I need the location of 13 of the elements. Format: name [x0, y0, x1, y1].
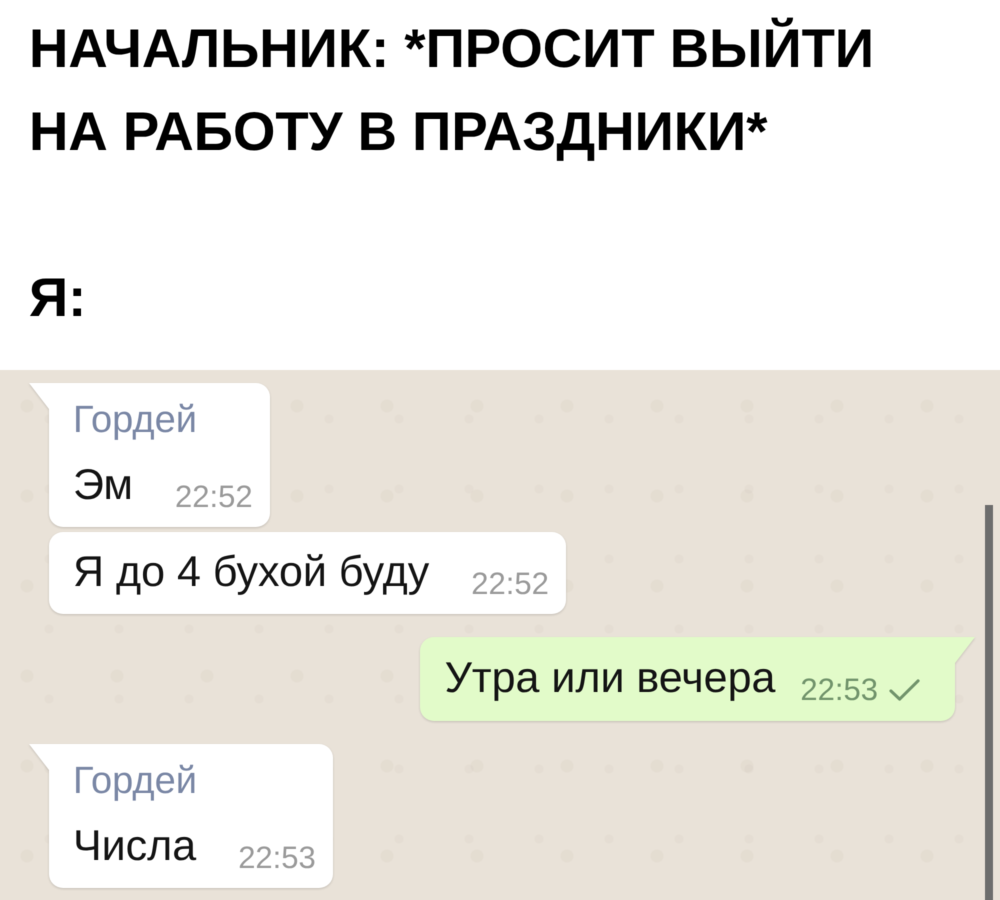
sender-name: Гордей — [73, 759, 197, 803]
message-time: 22:53 — [800, 676, 878, 703]
caption-text: НАЧАЛЬНИК: *ПРОСИТ ВЫЙТИ НА РАБОТУ В ПРАЗДНИКИ* — [29, 16, 874, 164]
message-time: 22:52 — [471, 570, 549, 597]
sender-name: Гордей — [73, 398, 197, 442]
message-text: Утра или вечера — [444, 653, 776, 703]
message-time: 22:53 — [238, 844, 316, 871]
scrollbar-thumb[interactable] — [985, 505, 993, 900]
message-text: Эм — [73, 460, 133, 510]
message-text: Числа — [73, 821, 196, 871]
message-text: Я до 4 бухой буду — [73, 547, 430, 597]
reply-label: Я: — [29, 266, 86, 330]
message-time: 22:52 — [175, 483, 253, 510]
